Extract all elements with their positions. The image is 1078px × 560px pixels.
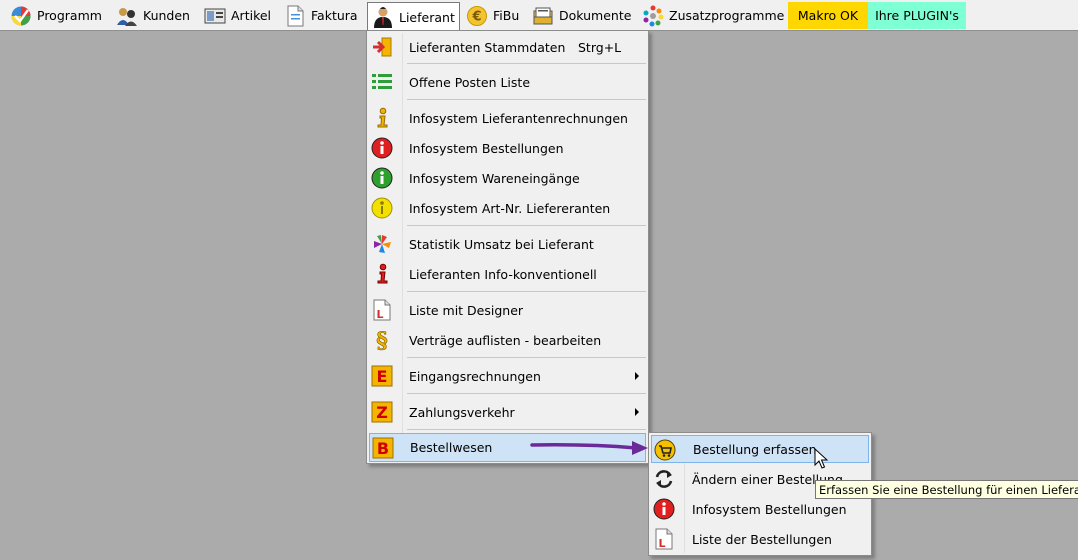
submenu-arrow-icon — [635, 372, 639, 380]
menu-item-statistik-umsatz[interactable]: Statistik Umsatz bei Lieferant — [369, 230, 646, 258]
menu-fibu-label: FiBu — [493, 8, 520, 23]
menu-item-label: Statistik Umsatz bei Lieferant — [409, 236, 594, 252]
faktura-icon — [287, 5, 304, 26]
menu-item-liste-mit-designer[interactable]: L Liste mit Designer — [369, 296, 646, 324]
menu-item-lieferanten-info[interactable]: Lieferanten Info-konventionell — [369, 260, 646, 288]
menu-zusatzprogramme-label: Zusatzprogramme — [669, 8, 785, 23]
mouse-cursor-icon — [814, 448, 829, 469]
menu-item-label: Infosystem Art-Nr. Liefereranten — [409, 200, 611, 216]
menu-item-infosystem-wareneingaenge[interactable]: Infosystem Wareneingänge — [369, 164, 646, 192]
submenu-item-liste-der-bestellungen[interactable]: L Liste der Bestellungen — [651, 525, 869, 553]
menu-separator — [407, 291, 646, 292]
svg-text:L: L — [658, 537, 665, 550]
svg-text:§: § — [376, 329, 388, 351]
programm-icon — [11, 6, 31, 26]
svg-text:B: B — [377, 439, 389, 458]
annotation-arrow-icon — [530, 441, 648, 455]
info-red-circle-icon — [371, 137, 393, 159]
list-icon — [372, 74, 392, 89]
liste-designer-icon: L — [373, 299, 391, 321]
menu-programm-label: Programm — [37, 8, 102, 23]
statistik-icon — [374, 235, 391, 253]
svg-text:€: € — [471, 9, 481, 24]
menu-lieferant-label: Lieferant — [399, 9, 455, 25]
letter-z-icon: Z — [371, 401, 393, 423]
submenu-item-label: Bestellung erfassen — [693, 441, 817, 457]
letter-e-icon: E — [371, 365, 393, 387]
menu-dokumente-label: Dokumente — [559, 8, 632, 23]
menu-item-infosystem-lieferantenrechnungen[interactable]: Infosystem Lieferantenrechnungen — [369, 104, 646, 132]
menu-zusatzprogramme[interactable]: Zusatzprogramme — [638, 2, 786, 29]
submenu-item-bestellung-erfassen[interactable]: Bestellung erfassen — [651, 435, 869, 463]
bestellung-erfassen-icon — [654, 439, 676, 461]
menu-bar: Programm Kunden Artikel Faktura Lieferan… — [0, 0, 1078, 31]
vertraege-icon: § — [376, 329, 388, 351]
artikel-icon — [204, 8, 226, 23]
menu-item-label: Infosystem Lieferantenrechnungen — [409, 110, 628, 126]
liste-designer-icon: L — [655, 528, 673, 550]
menu-kunden-label: Kunden — [143, 8, 190, 23]
menu-separator — [407, 225, 646, 226]
submenu-item-label: Liste der Bestellungen — [692, 531, 832, 547]
zusatzprogramme-icon — [643, 5, 664, 26]
menu-item-infosystem-bestellungen[interactable]: Infosystem Bestellungen — [369, 134, 646, 162]
menu-item-label: Bestellwesen — [410, 440, 493, 455]
menu-item-shortcut: Strg+L — [578, 39, 622, 55]
menu-lieferant[interactable]: Lieferant — [367, 2, 460, 31]
ihre-plugins-button[interactable]: Ihre PLUGIN's — [868, 2, 966, 29]
svg-text:Z: Z — [376, 403, 388, 422]
menu-faktura-label: Faktura — [311, 8, 358, 23]
menu-faktura[interactable]: Faktura — [280, 2, 364, 29]
menu-separator — [407, 63, 646, 64]
menu-item-zahlungsverkehr[interactable]: Z Zahlungsverkehr — [369, 398, 646, 426]
menu-programm[interactable]: Programm — [6, 2, 109, 29]
ihre-plugins-label: Ihre PLUGIN's — [875, 8, 959, 23]
submenu-arrow-icon — [635, 408, 639, 416]
info-green-circle-icon — [371, 167, 393, 189]
menu-artikel[interactable]: Artikel — [200, 2, 276, 29]
info-yellow-icon — [377, 107, 388, 128]
menu-item-label: Infosystem Bestellungen — [409, 140, 564, 156]
menu-fibu[interactable]: € FiBu — [462, 2, 526, 29]
info-red-circle-icon — [653, 498, 675, 520]
menu-item-label: Lieferanten Stammdaten — [409, 39, 566, 55]
tooltip: Erfassen Sie eine Bestellung für einen L… — [815, 480, 1078, 499]
submenu-item-label: Infosystem Bestellungen — [692, 501, 847, 517]
letter-b-icon: B — [372, 437, 394, 459]
menu-item-label: Offene Posten Liste — [409, 74, 531, 90]
info-red-icon — [377, 263, 388, 284]
menu-item-label: Infosystem Wareneingänge — [409, 170, 580, 186]
menu-item-eingangsrechnungen[interactable]: E Eingangsrechnungen — [369, 362, 646, 390]
menu-artikel-label: Artikel — [231, 8, 272, 23]
menu-item-label: Eingangsrechnungen — [409, 368, 541, 384]
stammdaten-login-icon — [373, 37, 392, 57]
refresh-icon — [655, 470, 673, 488]
submenu-item-infosystem-bestellungen[interactable]: Infosystem Bestellungen — [651, 495, 869, 523]
menu-item-infosystem-art-nr[interactable]: Infosystem Art-Nr. Liefereranten — [369, 194, 646, 222]
makro-ok-label: Makro OK — [797, 8, 859, 23]
menu-dokumente[interactable]: Dokumente — [528, 2, 634, 29]
menu-separator — [407, 357, 646, 358]
menu-item-lieferanten-stammdaten[interactable]: Lieferanten Stammdaten Strg+L — [369, 33, 646, 61]
info-yellow-circle-icon — [371, 197, 393, 219]
menu-item-label: Lieferanten Info-konventionell — [409, 266, 597, 282]
dokumente-icon — [533, 7, 553, 24]
menu-separator — [407, 429, 646, 430]
menu-separator — [407, 99, 646, 100]
menu-item-label: Zahlungsverkehr — [409, 404, 515, 420]
makro-ok-button[interactable]: Makro OK — [788, 2, 868, 29]
menu-item-label: Verträge auflisten - bearbeiten — [409, 332, 602, 348]
kunden-icon — [117, 7, 137, 26]
menu-item-label: Liste mit Designer — [409, 302, 524, 318]
menu-kunden[interactable]: Kunden — [112, 2, 196, 29]
lieferant-menu: Lieferanten Stammdaten Strg+L Offene Pos… — [366, 30, 649, 464]
menu-item-vertraege[interactable]: § Verträge auflisten - bearbeiten — [369, 326, 646, 354]
fibu-icon: € — [467, 5, 487, 26]
menu-item-offene-posten[interactable]: Offene Posten Liste — [369, 68, 646, 96]
svg-text:L: L — [376, 308, 383, 321]
svg-text:E: E — [377, 367, 388, 386]
menu-separator — [407, 393, 646, 394]
lieferant-icon — [374, 7, 392, 28]
